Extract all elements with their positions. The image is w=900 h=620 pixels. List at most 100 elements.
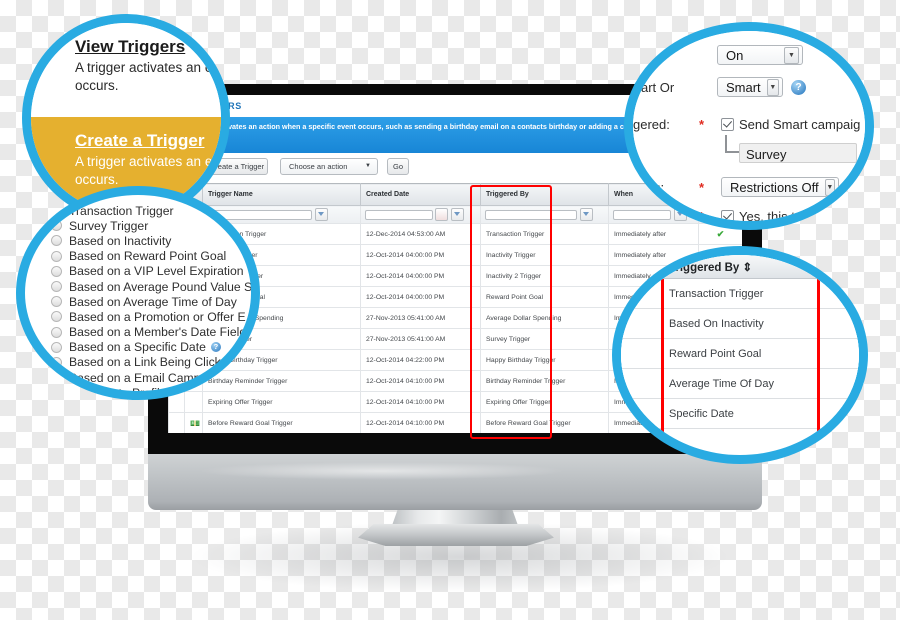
radio-button-icon[interactable]	[51, 311, 62, 323]
help-view-triggers-link[interactable]: View Triggers	[75, 37, 185, 57]
restrictions-select[interactable]: Restrictions Off ▼	[721, 177, 839, 197]
check-icon: ✔	[716, 228, 725, 239]
confirm-checkbox[interactable]	[721, 210, 734, 221]
radio-button-icon[interactable]	[51, 326, 62, 338]
calendar-icon[interactable]	[435, 208, 448, 221]
cell-triggered-by: Inactivity Trigger	[480, 244, 609, 266]
smart-select[interactable]: Smart ▼	[717, 77, 783, 97]
zoomed-column-row[interactable]: Based On Inactivity	[621, 309, 859, 339]
table-row[interactable]: Transaction Trigger12-Dec-2014 04:53:00 …	[168, 223, 742, 245]
zoomed-column-row[interactable]: Reward Point Goal	[621, 339, 859, 369]
trigger-type-option[interactable]: Based on a Member's Date Field	[51, 325, 251, 340]
chevron-down-icon: ▼	[784, 46, 799, 64]
send-smart-campaign-checkbox[interactable]	[721, 118, 734, 131]
zoomed-column-row[interactable]: Transaction Trigger	[621, 279, 859, 309]
trigger-type-option[interactable]: Based on Reward Point Goal	[51, 249, 251, 264]
funnel-icon[interactable]	[580, 208, 593, 221]
cell-triggered-by: Transaction Trigger	[480, 223, 609, 245]
radio-button-icon[interactable]	[51, 281, 62, 293]
confirm-label: Yes, this trig	[739, 209, 810, 224]
cell-when: Immediately after	[608, 223, 699, 245]
trigger-type-option[interactable]: Survey Trigger	[51, 218, 251, 233]
row-icon-cell	[184, 391, 203, 413]
cell-created-date: 12-Oct-2014 04:10:00 PM	[360, 391, 481, 413]
monitor-chin	[148, 454, 762, 510]
cell-created-date: 12-Oct-2014 04:00:00 PM	[360, 265, 481, 287]
trigger-type-option[interactable]: Based on Average Pound Value S	[51, 279, 251, 294]
help-icon[interactable]: ?	[791, 79, 806, 95]
trigger-type-label: Based on a Specific Date	[69, 340, 206, 355]
send-smart-campaign-label: Send Smart campaig	[739, 117, 861, 132]
trigger-type-option[interactable]: Based on a Specific Date?	[51, 340, 251, 355]
restrictions-select-value: Restrictions Off	[730, 179, 819, 195]
col-header-created-date[interactable]: Created Date	[360, 183, 481, 206]
row-icon-cell: 💵	[184, 412, 203, 433]
trigger-type-label: Based on Average Time of Day	[69, 294, 237, 309]
cell-triggered-by: Inactivity 2 Trigger	[480, 265, 609, 287]
on-select[interactable]: On ▼	[717, 45, 803, 65]
form-row-on: On ▼	[717, 45, 803, 65]
trigger-type-label: Transaction Trigger	[69, 203, 174, 218]
action-select[interactable]: Choose an action ▼	[280, 158, 378, 175]
cell-triggered-by: Expiring Offer Trigger	[480, 391, 609, 413]
trigger-type-label: Based on a Promotion or Offer E	[69, 309, 246, 324]
help-create-trigger-link[interactable]: Create a Trigger	[75, 131, 204, 151]
highlight-line-right	[817, 279, 820, 455]
trigger-type-label: Based on a Email Campaign	[69, 370, 224, 385]
zoomed-column-header[interactable]: Triggered By ⇕	[621, 255, 859, 279]
cell-created-date: 12-Dec-2014 04:53:00 AM	[360, 223, 481, 245]
action-select-value: Choose an action	[289, 162, 348, 171]
radio-button-icon[interactable]	[51, 372, 62, 384]
magnifier-triggered-by-column: Triggered By ⇕ Transaction Trigger Based …	[612, 246, 868, 464]
radio-button-icon[interactable]	[51, 250, 62, 262]
go-button[interactable]: Go	[387, 158, 409, 175]
zoomed-column: Triggered By ⇕ Transaction Trigger Based …	[621, 255, 859, 455]
trigger-type-option[interactable]: Based on Inactivity	[51, 233, 251, 248]
funnel-icon[interactable]	[451, 208, 464, 221]
screenshot-stage: TRIGGERS A trigger activates an action w…	[0, 0, 900, 620]
highlight-line-left	[661, 279, 664, 455]
survey-subfield[interactable]: Survey	[739, 143, 857, 163]
help-create-trigger-text: A trigger activates an event occurs.	[75, 154, 230, 187]
trigger-type-option[interactable]: Based on a Email Campaign	[51, 370, 251, 385]
radio-button-icon[interactable]	[51, 341, 62, 353]
smart-field-label: art Or	[641, 79, 675, 95]
trigger-type-radio-list: Transaction Trigger Survey Trigger Based o…	[51, 203, 251, 391]
cell-created-date: 12-Oct-2014 04:10:00 PM	[360, 370, 481, 392]
smart-select-value: Smart	[726, 79, 761, 95]
funnel-icon[interactable]	[315, 208, 328, 221]
zoomed-column-row[interactable]: Specific Date	[621, 399, 859, 429]
trigger-type-option[interactable]: Based on a Promotion or Offer E	[51, 309, 251, 324]
cell-created-date: 12-Oct-2014 04:10:00 PM	[360, 412, 481, 433]
help-icon[interactable]: ?	[210, 342, 221, 353]
radio-button-icon[interactable]	[51, 356, 62, 368]
cell-triggered-by: Happy Birthday Trigger	[480, 349, 609, 371]
col-header-triggered-by[interactable]: Triggered By	[480, 183, 609, 206]
cell-created-date: 12-Oct-2014 04:00:00 PM	[360, 244, 481, 266]
trigger-type-option[interactable]: Based on a VIP Level Expiration	[51, 264, 251, 279]
cell-triggered-by: Reward Point Goal	[480, 286, 609, 308]
filter-created-date-input[interactable]	[365, 209, 433, 220]
trigger-type-option[interactable]: Based on Average Time of Day	[51, 294, 251, 309]
form-row-triggered: gered: * Send Smart campaig	[633, 117, 860, 132]
zoomed-column-header-label: Triggered By	[669, 262, 740, 274]
cell-created-date: 27-Nov-2013 05:41:00 AM	[360, 328, 481, 350]
cell-triggered-by: Before Reward Goal Trigger	[480, 412, 609, 433]
cell-created-date: 27-Nov-2013 05:41:00 AM	[360, 307, 481, 329]
on-select-value: On	[726, 47, 744, 63]
sort-icon[interactable]: ⇕	[743, 262, 753, 274]
form-row-restrictions: tions: * Restrictions Off ▼	[633, 177, 839, 197]
radio-button-icon[interactable]	[51, 296, 62, 308]
radio-button-icon[interactable]	[51, 265, 62, 277]
chin-gloss	[197, 462, 566, 480]
radio-button-icon[interactable]	[51, 220, 62, 232]
radio-button-icon[interactable]	[51, 235, 62, 247]
trigger-type-option[interactable]: Transaction Trigger	[51, 203, 251, 218]
cell-trigger-name: Before Reward Goal Trigger	[202, 412, 361, 433]
trigger-type-option[interactable]: Based on a Link Being Clicked	[51, 355, 251, 370]
row-select-cell[interactable]	[168, 412, 185, 433]
triggered-field-label: gered:	[633, 117, 670, 132]
trigger-type-label: Based on Reward Point Goal	[69, 249, 227, 264]
zoomed-column-row[interactable]: Average Time Of Day	[621, 369, 859, 399]
filter-triggered-by-input[interactable]	[485, 209, 577, 220]
